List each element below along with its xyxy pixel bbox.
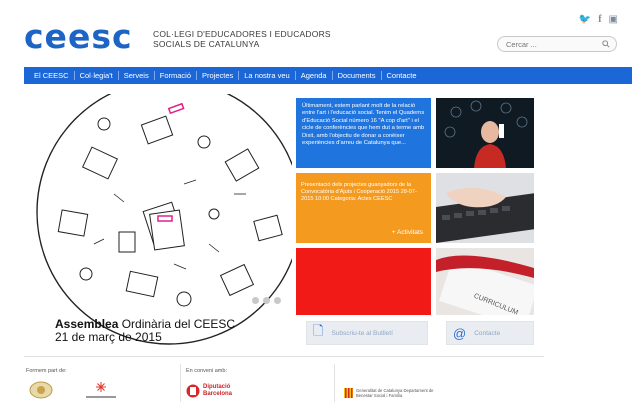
site-tagline: COL·LEGI D'EDUCADORES I EDUCADORS SOCIAL… xyxy=(153,29,331,49)
slider-dot[interactable] xyxy=(274,297,281,304)
hero-caption[interactable]: Assemblea Ordinària del CEESC 21 de març… xyxy=(55,318,235,344)
nav-item-serveis[interactable]: Serveis xyxy=(119,71,155,80)
footer-separator xyxy=(334,364,335,402)
footer-divider xyxy=(24,356,544,357)
instagram-icon[interactable]: ▣ xyxy=(609,14,618,25)
promo-tile-red[interactable] xyxy=(296,248,431,315)
contact-label: Contacte xyxy=(474,329,501,337)
search-icon[interactable] xyxy=(602,40,610,48)
member-of-label: Formem part de: xyxy=(26,368,67,374)
partner-star-icon xyxy=(86,382,116,398)
document-icon: 🗋 xyxy=(313,323,324,338)
nav-item-documents[interactable]: Documents xyxy=(333,71,382,80)
slider-dot[interactable] xyxy=(263,297,270,304)
activities-link[interactable]: + Activitats xyxy=(392,229,423,236)
partner-logo-1[interactable] xyxy=(28,380,54,405)
agreement-label: En conveni amb: xyxy=(186,368,227,374)
social-links: 🐦 f ▣ xyxy=(579,14,618,25)
partner-logo-2[interactable] xyxy=(84,380,118,405)
hero-caption-date: 21 de març de 2015 xyxy=(55,330,162,344)
twitter-icon[interactable]: 🐦 xyxy=(579,14,591,25)
nav-item-projectes[interactable]: Projectes xyxy=(197,71,240,80)
contact-button[interactable]: @ Contacte xyxy=(446,321,534,345)
partner-emblem-icon xyxy=(29,381,53,399)
newsletter-label: Subscriu-te al Butlletí xyxy=(331,329,393,337)
news-tile-text: Últimament, estem parlant molt de la rel… xyxy=(302,103,425,147)
news-tile-blue[interactable]: Últimament, estem parlant molt de la rel… xyxy=(296,98,431,168)
events-tile-text: Presentació dels projectes guanyadors de… xyxy=(301,182,417,202)
photo-tile-curriculum[interactable]: CURRICULUM xyxy=(436,248,534,315)
nav-item-formacio[interactable]: Formació xyxy=(155,71,197,80)
partner-logo-diputacio[interactable]: Diputació Barcelona xyxy=(186,384,239,398)
main-nav: El CEESC Col·legia't Serveis Formació Pr… xyxy=(24,67,632,84)
photo-tile-keyboard[interactable] xyxy=(436,173,534,243)
slider-dot[interactable] xyxy=(252,297,259,304)
nav-item-el-ceesc[interactable]: El CEESC xyxy=(29,71,75,80)
partner-logo-generalitat[interactable]: Generalitat de Catalunya Departament de … xyxy=(344,388,442,398)
generalitat-label: Generalitat de Catalunya Departament de … xyxy=(356,388,434,398)
nav-item-contacte[interactable]: Contacte xyxy=(382,71,422,80)
generalitat-flag-icon xyxy=(344,388,353,398)
search-box xyxy=(497,36,617,52)
diputacio-emblem-icon xyxy=(186,384,200,398)
page: 🐦 f ▣ ceesc COL·LEGI D'EDUCADORES I EDUC… xyxy=(0,0,632,408)
nav-item-la-nostra-veu[interactable]: La nostra veu xyxy=(239,71,296,80)
hero-illustration xyxy=(36,94,292,345)
diputacio-label: Diputació Barcelona xyxy=(203,384,233,397)
hero-caption-bold: Assemblea xyxy=(55,317,119,331)
search-input[interactable] xyxy=(506,40,596,49)
hero-caption-title: Ordinària del CEESC xyxy=(118,317,236,331)
photo-tile-person[interactable] xyxy=(436,98,534,168)
events-tile-orange[interactable]: Presentació dels projectes guanyadors de… xyxy=(296,173,431,243)
person-photo xyxy=(436,98,534,168)
curriculum-photo: CURRICULUM xyxy=(436,248,534,315)
hero-slider[interactable]: Assemblea Ordinària del CEESC 21 de març… xyxy=(24,94,292,352)
tagline-line-1: COL·LEGI D'EDUCADORES I EDUCADORS xyxy=(153,29,331,39)
nav-item-agenda[interactable]: Agenda xyxy=(296,71,333,80)
facebook-icon[interactable]: f xyxy=(598,14,601,25)
tagline-line-2: SOCIALS DE CATALUNYA xyxy=(153,39,260,49)
slider-dots xyxy=(252,297,281,304)
at-icon: @ xyxy=(453,325,467,341)
keyboard-photo xyxy=(436,173,534,243)
footer-separator xyxy=(180,364,181,402)
newsletter-button[interactable]: 🗋 Subscriu-te al Butlletí xyxy=(306,321,428,345)
nav-item-collegiat[interactable]: Col·legia't xyxy=(75,71,119,80)
site-logo[interactable]: ceesc xyxy=(24,20,133,53)
